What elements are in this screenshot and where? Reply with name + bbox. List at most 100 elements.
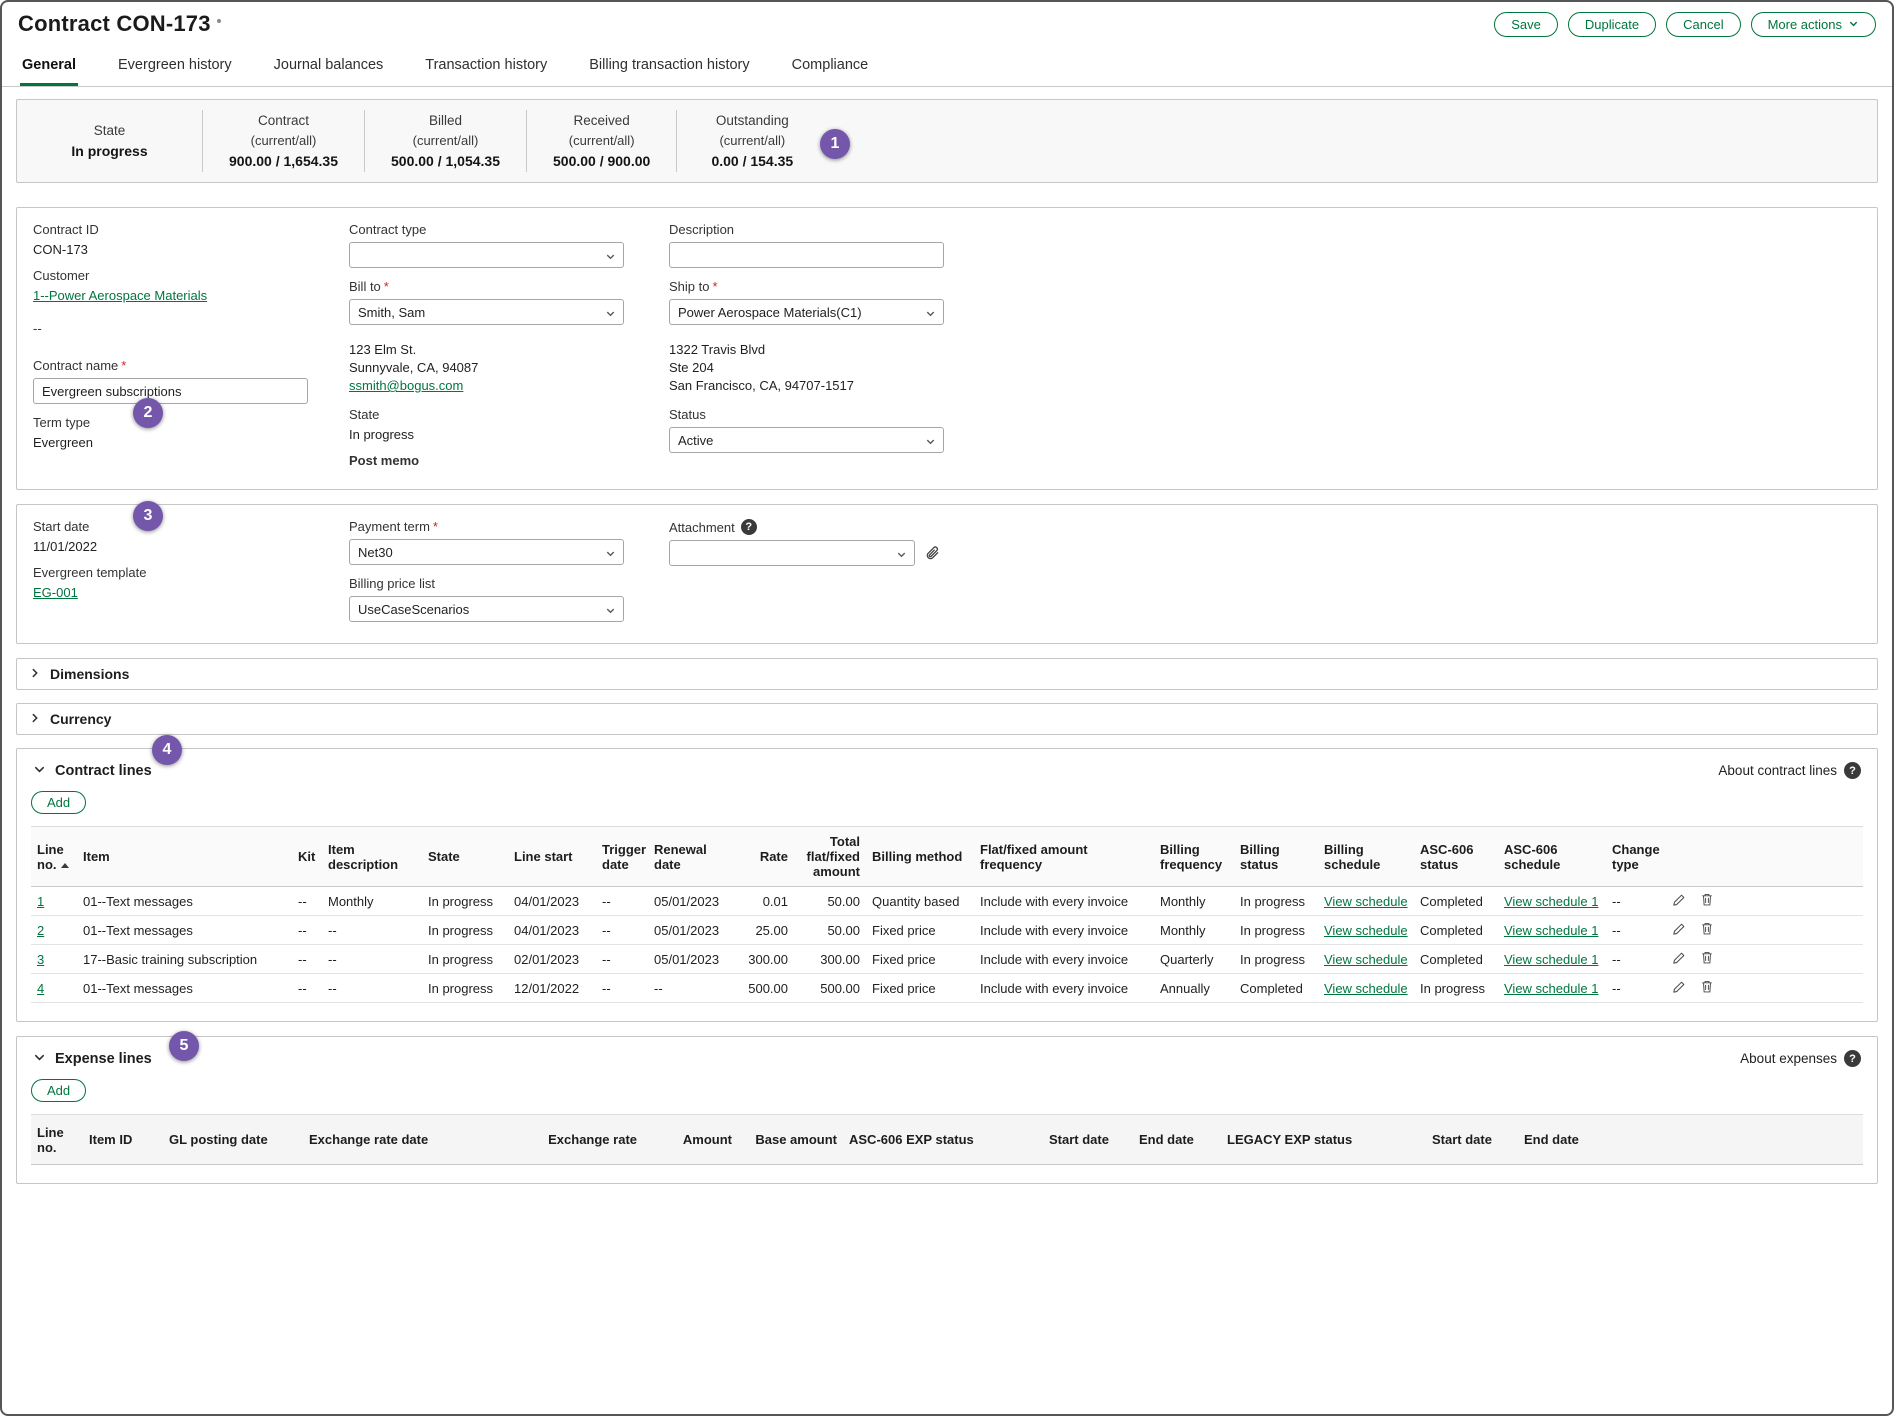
edit-line-button[interactable] [1666, 916, 1692, 945]
expense-lines-toggle[interactable]: Expense lines [33, 1051, 152, 1067]
evergreen-template-link[interactable]: EG-001 [33, 585, 78, 600]
contract-lines-toggle[interactable]: Contract lines [33, 763, 152, 779]
cell-asc606-schedule: View schedule 1 [1498, 916, 1606, 945]
edit-line-button[interactable] [1666, 974, 1692, 1003]
about-expenses-label: About expenses [1740, 1051, 1837, 1066]
billing-schedule-link[interactable]: View schedule [1324, 894, 1408, 909]
col-header-asc606-schedule[interactable]: ASC-606 schedule [1498, 827, 1606, 887]
col-header-billing-method[interactable]: Billing method [866, 827, 974, 887]
line-no-link[interactable]: 1 [37, 894, 44, 909]
cell-asc606-schedule: View schedule 1 [1498, 974, 1606, 1003]
asc606-schedule-link[interactable]: View schedule 1 [1504, 894, 1598, 909]
contract-page: Contract CON-173 Save Duplicate Cancel M… [0, 0, 1894, 1416]
col-header-trigger-date[interactable]: Trigger date [596, 827, 648, 887]
bill-to-select[interactable]: Smith, Sam [349, 299, 624, 325]
term-type-value: Evergreen [33, 435, 349, 450]
cell-change-type: -- [1606, 916, 1666, 945]
tab-journal-balances[interactable]: Journal balances [272, 44, 386, 86]
delete-line-button[interactable] [1692, 916, 1722, 945]
save-button[interactable]: Save [1494, 12, 1558, 37]
bill-to-email-link[interactable]: ssmith@bogus.com [349, 378, 463, 393]
cancel-button[interactable]: Cancel [1666, 12, 1740, 37]
asc606-schedule-link[interactable]: View schedule 1 [1504, 981, 1598, 996]
col-header-billing-frequency[interactable]: Billing frequency [1154, 827, 1234, 887]
add-contract-line-button[interactable]: Add [31, 791, 86, 814]
asc606-schedule-link[interactable]: View schedule 1 [1504, 952, 1598, 967]
edit-line-button[interactable] [1666, 887, 1692, 916]
delete-line-button[interactable] [1692, 945, 1722, 974]
line-no-link[interactable]: 3 [37, 952, 44, 967]
ship-to-select[interactable]: Power Aerospace Materials(C1) [669, 299, 944, 325]
dimensions-section-toggle[interactable]: Dimensions [16, 658, 1878, 690]
about-expenses-link[interactable]: About expenses ? [1740, 1050, 1861, 1067]
line-no-link[interactable]: 4 [37, 981, 44, 996]
paperclip-icon[interactable] [924, 545, 941, 562]
col-header-flat-fixed-frequency[interactable]: Flat/fixed amount frequency [974, 827, 1154, 887]
cell-billing-status: In progress [1234, 887, 1318, 916]
expense-col-header[interactable]: ASC-606 EXP status [843, 1115, 1043, 1165]
expense-col-header[interactable]: End date [1133, 1115, 1221, 1165]
asc606-schedule-link[interactable]: View schedule 1 [1504, 923, 1598, 938]
tab-evergreen-history[interactable]: Evergreen history [116, 44, 234, 86]
col-header-renewal-date[interactable]: Renewal date [648, 827, 736, 887]
cell-change-type: -- [1606, 887, 1666, 916]
chevron-right-icon [29, 712, 41, 727]
bill-to-select-value: Smith, Sam [358, 305, 425, 320]
col-header-item-description[interactable]: Item description [322, 827, 422, 887]
expense-col-header[interactable]: Exchange rate date [303, 1115, 493, 1165]
more-actions-button[interactable]: More actions [1751, 12, 1876, 37]
duplicate-button[interactable]: Duplicate [1568, 12, 1656, 37]
contract-name-input[interactable] [33, 378, 308, 404]
status-select[interactable]: Active [669, 427, 944, 453]
billing-price-list-select[interactable]: UseCaseScenarios [349, 596, 624, 622]
expense-col-header[interactable]: End date [1518, 1115, 1606, 1165]
contract-line-row: 101--Text messages--MonthlyIn progress04… [31, 887, 1863, 916]
col-header-kit[interactable]: Kit [292, 827, 322, 887]
billing-schedule-link[interactable]: View schedule [1324, 923, 1408, 938]
col-header-state[interactable]: State [422, 827, 508, 887]
billing-schedule-link[interactable]: View schedule [1324, 981, 1408, 996]
add-expense-line-button[interactable]: Add [31, 1079, 86, 1102]
payment-term-select[interactable]: Net30 [349, 539, 624, 565]
col-header-change-type[interactable]: Change type [1606, 827, 1666, 887]
expense-col-header[interactable]: LEGACY EXP status [1221, 1115, 1426, 1165]
expense-col-header[interactable]: Start date [1043, 1115, 1133, 1165]
expense-col-header[interactable]: Item ID [83, 1115, 163, 1165]
attachment-select[interactable] [669, 540, 915, 566]
terms-column-1: Start date 11/01/2022 Evergreen template… [33, 519, 349, 633]
cell-total: 50.00 [794, 887, 866, 916]
customer-link[interactable]: 1--Power Aerospace Materials [33, 288, 207, 303]
description-input[interactable] [669, 242, 944, 268]
expense-col-header[interactable]: Base amount [738, 1115, 843, 1165]
cell-line-start: 04/01/2023 [508, 887, 596, 916]
contract-type-select[interactable] [349, 242, 624, 268]
tab-billing-transaction-history[interactable]: Billing transaction history [587, 44, 751, 86]
help-icon[interactable]: ? [741, 519, 757, 535]
col-header-line-start[interactable]: Line start [508, 827, 596, 887]
col-header-billing-status[interactable]: Billing status [1234, 827, 1318, 887]
currency-section-toggle[interactable]: Currency [16, 703, 1878, 735]
expense-col-header[interactable]: Line no. [31, 1115, 83, 1165]
about-contract-lines-link[interactable]: About contract lines ? [1718, 762, 1861, 779]
line-no-link[interactable]: 2 [37, 923, 44, 938]
col-header-total[interactable]: Total flat/fixed amount [794, 827, 866, 887]
status-select-value: Active [678, 433, 713, 448]
expense-col-header[interactable]: Start date [1426, 1115, 1518, 1165]
col-header-billing-schedule[interactable]: Billing schedule [1318, 827, 1414, 887]
col-header-empty [1692, 827, 1722, 887]
col-header-asc606-status[interactable]: ASC-606 status [1414, 827, 1498, 887]
edit-line-button[interactable] [1666, 945, 1692, 974]
delete-line-button[interactable] [1692, 974, 1722, 1003]
expense-col-header[interactable]: Exchange rate [493, 1115, 643, 1165]
col-header-line-no[interactable]: Line no. [31, 827, 77, 887]
col-header-item[interactable]: Item [77, 827, 292, 887]
expense-col-header[interactable]: GL posting date [163, 1115, 303, 1165]
col-header-rate[interactable]: Rate [736, 827, 794, 887]
tab-general[interactable]: General [20, 44, 78, 86]
tab-compliance[interactable]: Compliance [790, 44, 871, 86]
expense-col-header[interactable]: Amount [643, 1115, 738, 1165]
delete-line-button[interactable] [1692, 887, 1722, 916]
summary-billed: Billed (current/all) 500.00 / 1,054.35 [365, 110, 527, 172]
billing-schedule-link[interactable]: View schedule [1324, 952, 1408, 967]
tab-transaction-history[interactable]: Transaction history [423, 44, 549, 86]
